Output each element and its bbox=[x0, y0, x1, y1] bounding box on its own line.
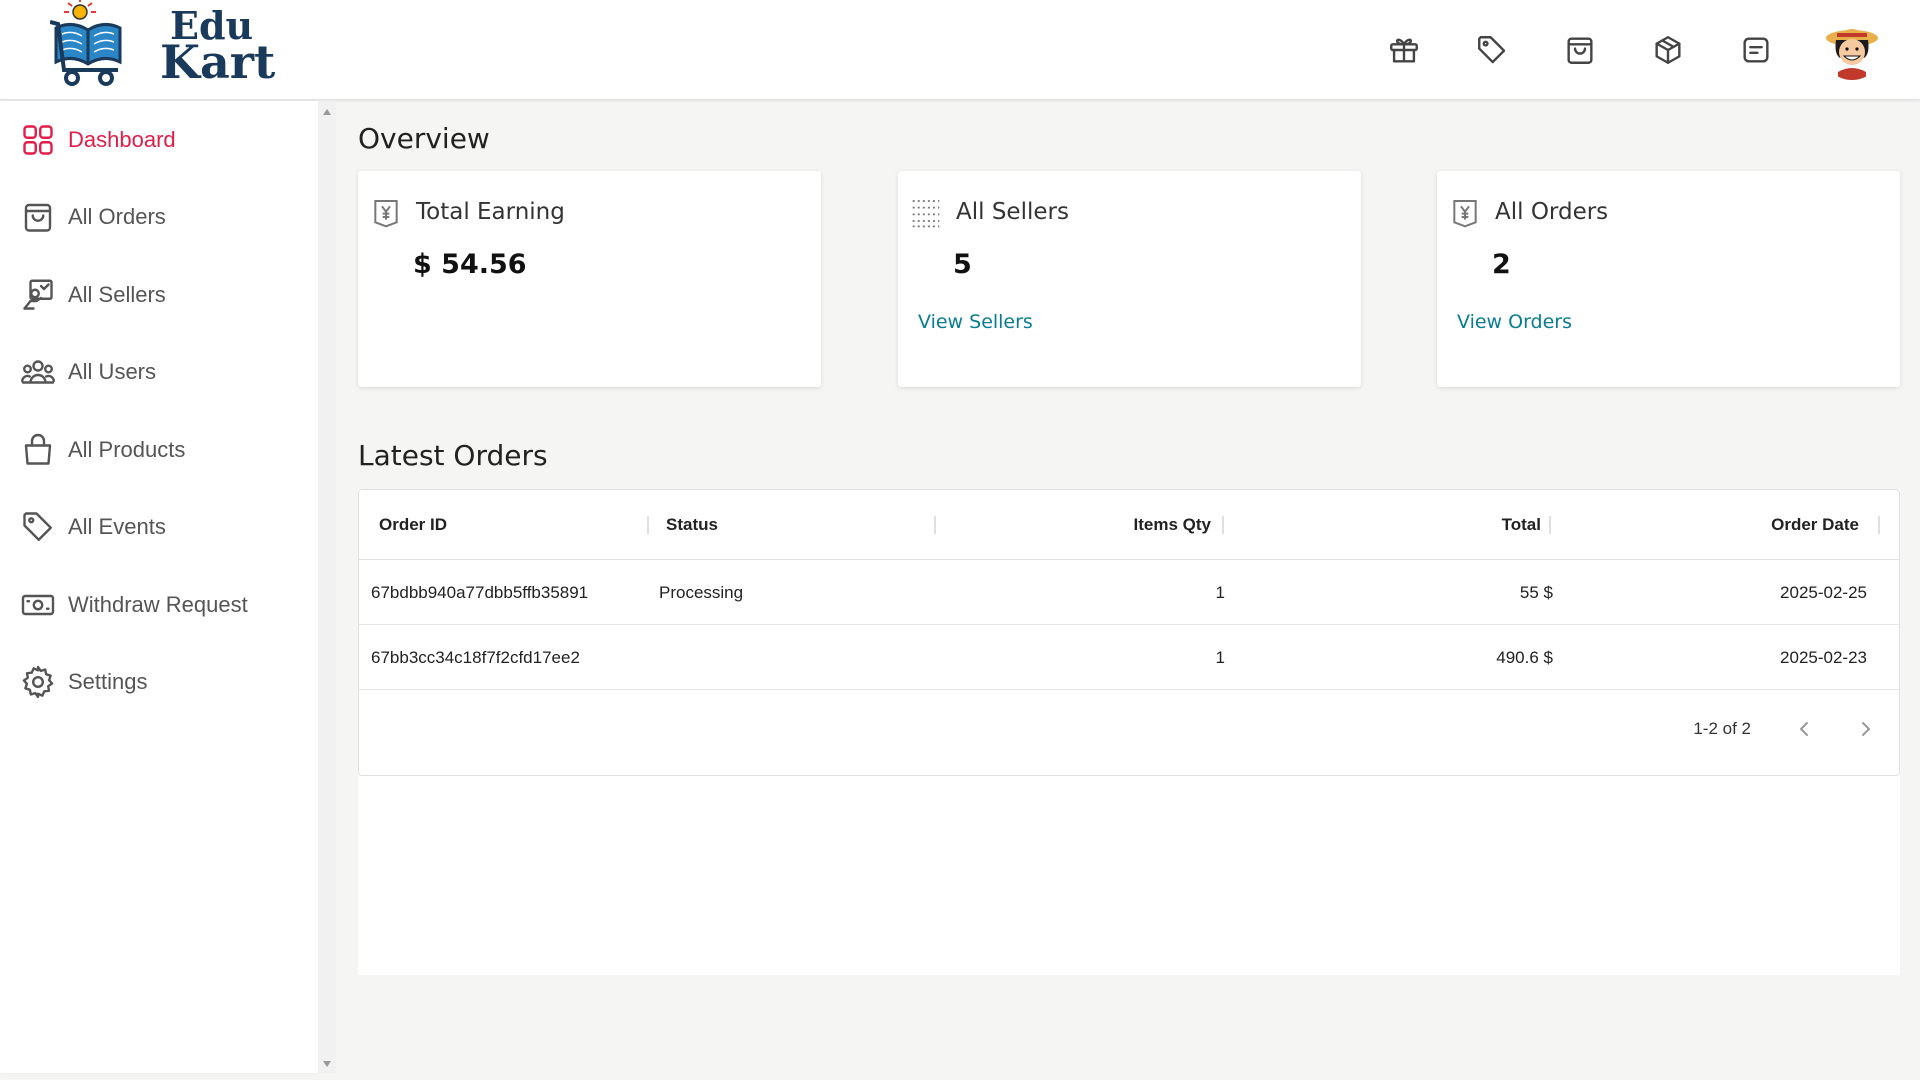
sidebar-item-settings[interactable]: Settings bbox=[0, 644, 318, 722]
sidebar-item-label: Withdraw Request bbox=[68, 591, 248, 617]
grid-icon bbox=[23, 125, 53, 155]
brand-name: Edu Kart bbox=[160, 7, 276, 89]
cell-items-qty: 1 bbox=[1215, 648, 1225, 667]
column-header-order-date[interactable]: Order Date bbox=[1771, 490, 1859, 560]
card-title: Total Earning bbox=[416, 199, 565, 225]
tag-icon[interactable] bbox=[1448, 0, 1536, 100]
sidebar-item-all-events[interactable]: All Events bbox=[0, 489, 318, 567]
pagination: 1-2 of 2 bbox=[1599, 705, 1899, 755]
cell-order-date: 2025-02-23 bbox=[1780, 648, 1867, 667]
user-avatar-image bbox=[1822, 20, 1882, 80]
sidebar-item-label: All Sellers bbox=[68, 281, 166, 307]
latest-orders-title: Latest Orders bbox=[358, 439, 548, 472]
yen-document-icon bbox=[1449, 197, 1481, 229]
sidebar-item-dashboard[interactable]: Dashboard bbox=[0, 101, 318, 179]
column-separator[interactable] bbox=[934, 516, 936, 534]
scroll-up-arrow-icon[interactable] bbox=[323, 109, 331, 115]
table-row[interactable]: 67bb3cc34c18f7f2cfd17ee2 1 490.6 $ 2025-… bbox=[359, 625, 1899, 690]
chevron-left-icon bbox=[1800, 722, 1808, 736]
cell-status: Processing bbox=[659, 583, 744, 602]
book-cart-icon bbox=[49, 0, 122, 86]
message-icon[interactable] bbox=[1712, 0, 1800, 100]
column-header-total[interactable]: Total bbox=[1502, 490, 1541, 560]
cell-total: 490.6 $ bbox=[1496, 648, 1553, 667]
column-separator[interactable] bbox=[1878, 516, 1880, 534]
users-icon bbox=[21, 360, 55, 384]
sidebar-item-all-users[interactable]: All Users bbox=[0, 334, 318, 412]
header-actions bbox=[1360, 0, 1920, 100]
card-title: All Orders bbox=[1495, 199, 1609, 225]
sidebar-item-label: All Events bbox=[68, 514, 166, 540]
pagination-range: 1-2 of 2 bbox=[1693, 719, 1751, 738]
all-sellers-card: All Sellers 5 View Sellers bbox=[898, 171, 1361, 387]
card-value: 2 bbox=[1492, 249, 1511, 280]
orders-table: Order ID Status Items Qty Total Order Da… bbox=[358, 489, 1900, 776]
gear-icon bbox=[22, 666, 54, 699]
sidebar-item-withdraw-request[interactable]: Withdraw Request bbox=[0, 566, 318, 644]
column-separator[interactable] bbox=[1549, 516, 1551, 534]
column-header-status[interactable]: Status bbox=[666, 490, 718, 560]
cell-order-id: 67bb3cc34c18f7f2cfd17ee2 bbox=[371, 648, 580, 667]
card-value: $ 54.56 bbox=[413, 249, 527, 280]
cell-order-id: 67bdbb940a77dbb5ffb35891 bbox=[371, 583, 589, 602]
total-earning-card: Total Earning $ 54.56 bbox=[358, 171, 821, 387]
sidebar-item-all-orders[interactable]: All Orders bbox=[0, 179, 318, 257]
avatar[interactable] bbox=[1822, 20, 1882, 80]
column-header-order-id[interactable]: Order ID bbox=[379, 490, 447, 560]
cash-icon bbox=[21, 594, 55, 615]
cell-order-date: 2025-02-25 bbox=[1780, 583, 1867, 602]
bag-icon bbox=[24, 433, 52, 465]
card-title: All Sellers bbox=[956, 199, 1069, 225]
shopping-bag-icon bbox=[24, 204, 52, 232]
sidebar-item-label: All Orders bbox=[68, 204, 166, 230]
yen-document-icon bbox=[370, 197, 402, 229]
sidebar-item-label: All Products bbox=[68, 436, 186, 462]
view-orders-link[interactable]: View Orders bbox=[1457, 311, 1572, 333]
column-header-items-qty[interactable]: Items Qty bbox=[1134, 490, 1211, 560]
sidebar: Dashboard All Orders All Sellers All Use… bbox=[0, 101, 318, 1073]
cell-items-qty: 1 bbox=[1215, 583, 1225, 602]
seller-icon bbox=[23, 279, 53, 310]
table-header: Order ID Status Items Qty Total Order Da… bbox=[359, 490, 1899, 560]
shopping-bag-icon[interactable] bbox=[1536, 0, 1624, 100]
previous-page-button[interactable] bbox=[1793, 717, 1817, 741]
view-sellers-link[interactable]: View Sellers bbox=[918, 311, 1033, 333]
overview-title: Overview bbox=[358, 122, 490, 155]
package-icon[interactable] bbox=[1624, 0, 1712, 100]
top-header: Edu Kart bbox=[0, 0, 1920, 100]
sidebar-scrollbar[interactable] bbox=[318, 101, 336, 1073]
column-separator[interactable] bbox=[647, 516, 649, 534]
chevron-right-icon bbox=[1862, 722, 1870, 736]
next-page-button[interactable] bbox=[1853, 717, 1877, 741]
brand-logo[interactable]: Edu Kart bbox=[49, 0, 275, 100]
all-orders-card: All Orders 2 View Orders bbox=[1437, 171, 1900, 387]
gift-icon[interactable] bbox=[1360, 0, 1448, 100]
sidebar-item-all-sellers[interactable]: All Sellers bbox=[0, 256, 318, 334]
orders-table-panel: Order ID Status Items Qty Total Order Da… bbox=[358, 489, 1900, 975]
cell-total: 55 $ bbox=[1519, 583, 1553, 602]
brand-line-2: Kart bbox=[160, 35, 276, 89]
scroll-down-arrow-icon[interactable] bbox=[323, 1061, 331, 1067]
sidebar-item-label: Settings bbox=[68, 669, 148, 695]
dotted-grid-icon bbox=[910, 197, 942, 229]
sidebar-item-label: All Users bbox=[68, 359, 157, 385]
card-value: 5 bbox=[953, 249, 972, 280]
sidebar-item-label: Dashboard bbox=[68, 126, 176, 152]
tag-icon bbox=[23, 512, 52, 542]
sidebar-item-all-products[interactable]: All Products bbox=[0, 411, 318, 489]
column-separator[interactable] bbox=[1222, 516, 1224, 534]
table-row[interactable]: 67bdbb940a77dbb5ffb35891 Processing 1 55… bbox=[359, 560, 1899, 625]
